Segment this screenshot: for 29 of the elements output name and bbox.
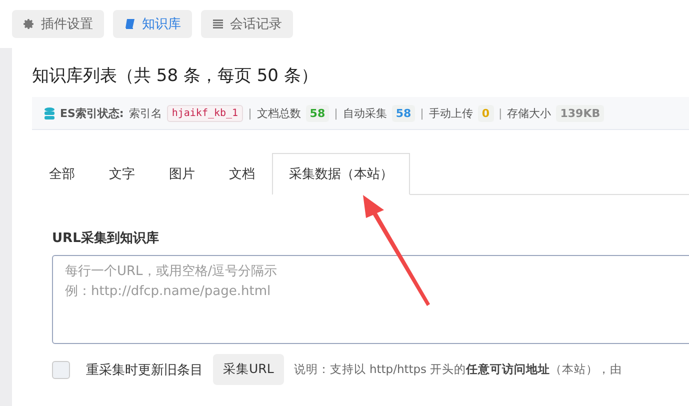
- separator: |: [334, 106, 338, 120]
- nav-tab[interactable]: 会话记录: [201, 10, 293, 38]
- stat-label: 自动采集: [342, 106, 387, 120]
- url-input-field[interactable]: 每行一个URL，或用空格/逗号分隔示例：http://dfcp.name/page.html: [52, 255, 689, 344]
- separator: |: [420, 106, 424, 120]
- book-icon: [124, 18, 136, 30]
- list-icon: [212, 18, 224, 30]
- stat-label: 文档总数: [256, 106, 301, 120]
- stat-label: 手动上传: [428, 106, 473, 120]
- stat-value: 0: [478, 104, 494, 122]
- stat-value: 58: [392, 104, 416, 122]
- stat-value: 139KB: [556, 104, 604, 122]
- separator: |: [498, 106, 502, 120]
- nav-tab[interactable]: 插件设置: [12, 10, 104, 38]
- tab[interactable]: 采集数据（本站）: [272, 153, 410, 195]
- note-text: 说明：支持以 http/https 开头的任意可访问地址（本站），由: [294, 362, 622, 377]
- checkbox[interactable]: [52, 360, 70, 378]
- page-title: 知识库列表（共 58 条，每页 50 条）: [32, 65, 319, 87]
- separator: |: [248, 106, 252, 120]
- gear-icon: [23, 18, 35, 30]
- status-label: ES索引状态:: [60, 106, 124, 120]
- checkbox-label: 重采集时更新旧条目: [86, 362, 203, 378]
- collect-button[interactable]: 采集URL: [213, 354, 284, 385]
- stat-value: 58: [306, 104, 330, 122]
- index-name: hjaikf_kb_1: [166, 104, 244, 122]
- stat-label: 存储大小: [507, 106, 552, 120]
- database-icon: [44, 106, 55, 120]
- field-label: URL采集到知识库: [52, 230, 160, 247]
- index-label: 索引名: [128, 106, 162, 120]
